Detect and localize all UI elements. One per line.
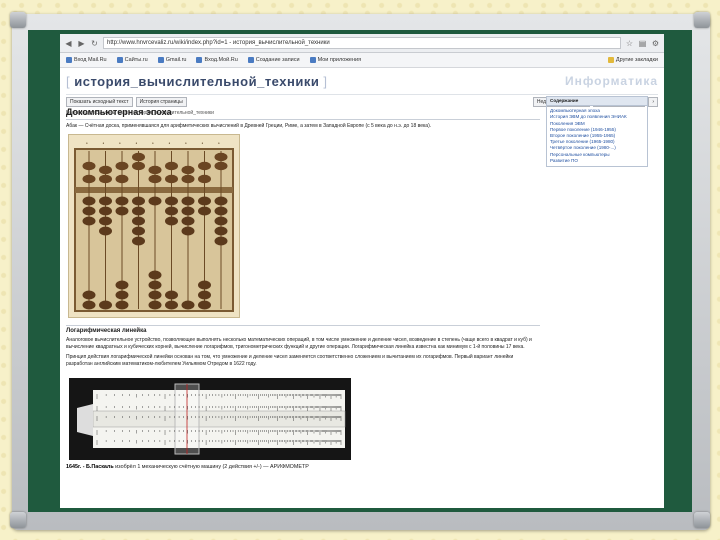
- svg-text:•: •: [103, 142, 105, 147]
- svg-text:•: •: [136, 142, 138, 147]
- bookmark-item[interactable]: Вход.Мой.Ru: [196, 57, 238, 63]
- wrench-icon[interactable]: ⚙: [651, 39, 660, 48]
- table-of-contents: Содержание Докомпьютерная эпоха История …: [546, 96, 648, 168]
- bookmark-icon: [157, 57, 164, 63]
- back-icon[interactable]: ◀: [64, 39, 73, 48]
- folder-icon: [607, 57, 614, 63]
- bookmark-item[interactable]: Создание записи: [247, 57, 300, 63]
- caption-date: 1645г. - Б.Паскаль: [66, 464, 114, 470]
- bookmark-icon: [309, 57, 316, 63]
- svg-text:•: •: [218, 142, 220, 147]
- page-menu-icon[interactable]: ▤: [638, 39, 647, 48]
- toc-item[interactable]: Развитие ПО: [550, 158, 644, 164]
- wiki-header: [ история_вычислительной_техники ] Инфор…: [66, 68, 658, 95]
- abacus-illustration: • • • • • • • • •: [74, 142, 234, 312]
- caption-text: изобрёл 1 механическую счётную машину (2…: [113, 464, 309, 470]
- search-button[interactable]: ›: [648, 97, 658, 107]
- bookmark-item[interactable]: Сайты.ru: [116, 57, 148, 63]
- address-bar: ◀ ▶ ↻ http://www.hnvrcevaliz.ru/wiki/ind…: [60, 34, 664, 53]
- abacus-image: • • • • • • • • •: [68, 134, 240, 318]
- bookmark-icon: [116, 57, 123, 63]
- reload-icon[interactable]: ↻: [90, 39, 99, 48]
- section-heading: Логарифмическая линейка: [66, 325, 540, 334]
- slide-rule-description: Аналоговое вычислительное устройство, по…: [66, 337, 532, 350]
- frame-corner-peg: [694, 512, 710, 528]
- toc-body: Докомпьютерная эпоха История ЭВМ до появ…: [547, 106, 647, 166]
- frame-corner-peg: [10, 512, 26, 528]
- svg-text:•: •: [152, 142, 154, 147]
- slide-rule-history: Принцип действия логарифмической линейки…: [66, 354, 514, 367]
- wiki-title[interactable]: [ история_вычислительной_техники ]: [66, 74, 328, 89]
- other-bookmarks[interactable]: Другие закладки: [607, 57, 658, 63]
- section-heading: Докомпьютерная эпоха: [66, 106, 540, 120]
- pascal-caption: 1645г. - Б.Паскаль изобрёл 1 механическу…: [66, 464, 540, 470]
- frame-corner-peg: [694, 12, 710, 28]
- browser-window: ◀ ▶ ↻ http://www.hnvrcevaliz.ru/wiki/ind…: [60, 34, 664, 508]
- bookmark-item[interactable]: Gmail.ru: [157, 57, 186, 63]
- bookmarks-bar: Вход Mail.Ru Сайты.ru Gmail.ru Вход.Мой.…: [60, 53, 664, 68]
- svg-text:•: •: [86, 142, 88, 147]
- article-content: Докомпьютерная эпоха Абак — Счётная доск…: [66, 106, 540, 470]
- bookmark-item[interactable]: Вход Mail.Ru: [66, 57, 107, 63]
- svg-text:•: •: [202, 142, 204, 147]
- bookmark-icon: [247, 57, 254, 63]
- url-field[interactable]: http://www.hnvrcevaliz.ru/wiki/index.php…: [103, 37, 621, 49]
- slide-rule-illustration: [77, 383, 346, 455]
- bookmark-icon: [66, 57, 72, 63]
- bookmark-star-icon[interactable]: ☆: [625, 39, 634, 48]
- bookmark-icon: [196, 57, 203, 63]
- slide-rule-image: [69, 378, 351, 460]
- wiki-brand: Информатика: [564, 74, 658, 88]
- svg-text:•: •: [119, 142, 121, 147]
- frame-corner-peg: [10, 12, 26, 28]
- svg-text:•: •: [169, 142, 171, 147]
- abacus-description: Абак — Счётная доска, применявшаяся для …: [66, 123, 432, 129]
- svg-text:•: •: [185, 142, 187, 147]
- forward-icon[interactable]: ▶: [77, 39, 86, 48]
- bookmark-item[interactable]: Мои приложения: [309, 57, 361, 63]
- toc-header: Содержание: [547, 97, 647, 107]
